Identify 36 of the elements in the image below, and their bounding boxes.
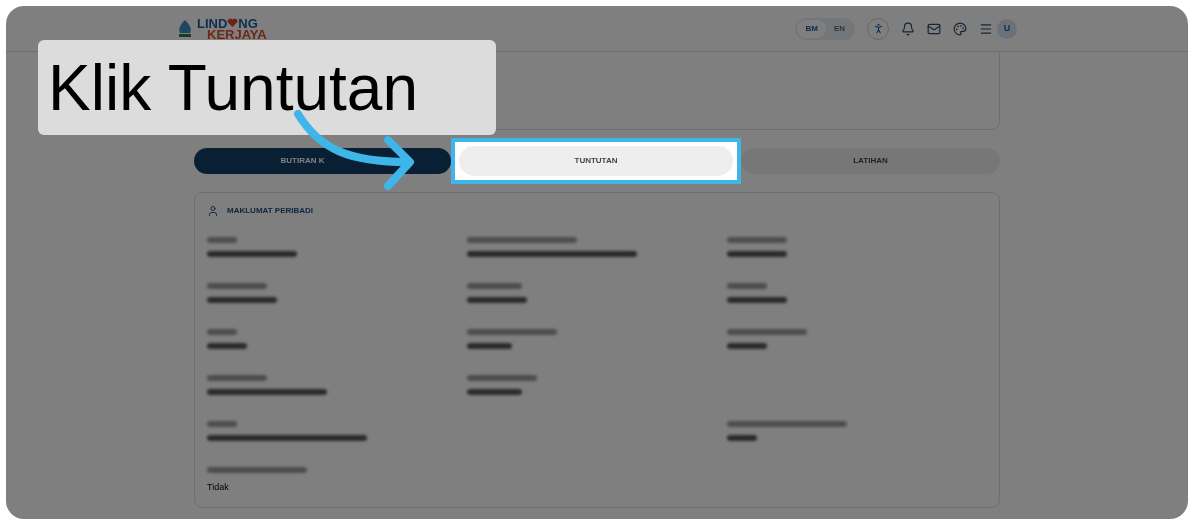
- language-button[interactable]: BM: [797, 19, 826, 38]
- blurred-text: [467, 283, 522, 289]
- logo-text: KERJAYA: [207, 28, 267, 40]
- blurred-text: [207, 375, 267, 381]
- heart-icon: [227, 18, 239, 28]
- blurred-text: [727, 435, 757, 441]
- blurred-text: [727, 283, 767, 289]
- notification-icon[interactable]: [901, 21, 915, 36]
- logo-text: NG: [238, 17, 258, 29]
- blurred-text: [207, 421, 237, 427]
- tab[interactable]: LATIHAN: [741, 148, 1000, 174]
- blurred-text: [207, 343, 247, 349]
- language-button[interactable]: EN: [825, 19, 853, 38]
- blurred-text: [207, 283, 267, 289]
- blurred-text: [727, 343, 767, 349]
- field-value: Tidak: [207, 481, 230, 494]
- blurred-text: [207, 329, 237, 335]
- mail-icon[interactable]: [927, 21, 941, 36]
- blurred-text: [467, 343, 512, 349]
- blurred-text: [467, 375, 537, 381]
- blurred-text: [727, 297, 787, 303]
- blurred-text: [467, 297, 527, 303]
- logo-text: LIND: [197, 17, 228, 29]
- tab[interactable]: TUNTUTAN: [459, 146, 733, 176]
- blurred-text: [207, 237, 237, 243]
- blurred-text: [467, 389, 522, 395]
- blurred-text: [207, 297, 277, 303]
- palette-icon[interactable]: [953, 21, 967, 36]
- menu-icon[interactable]: [979, 21, 993, 36]
- avatar[interactable]: U: [997, 18, 1017, 39]
- callout-text: Klik Tuntutan: [48, 55, 418, 120]
- section-title: MAKLUMAT PERIBADI: [227, 205, 314, 217]
- user-icon: [207, 205, 219, 217]
- logo-icon: [177, 18, 193, 39]
- blurred-text: [727, 251, 787, 257]
- blurred-text: [727, 237, 787, 243]
